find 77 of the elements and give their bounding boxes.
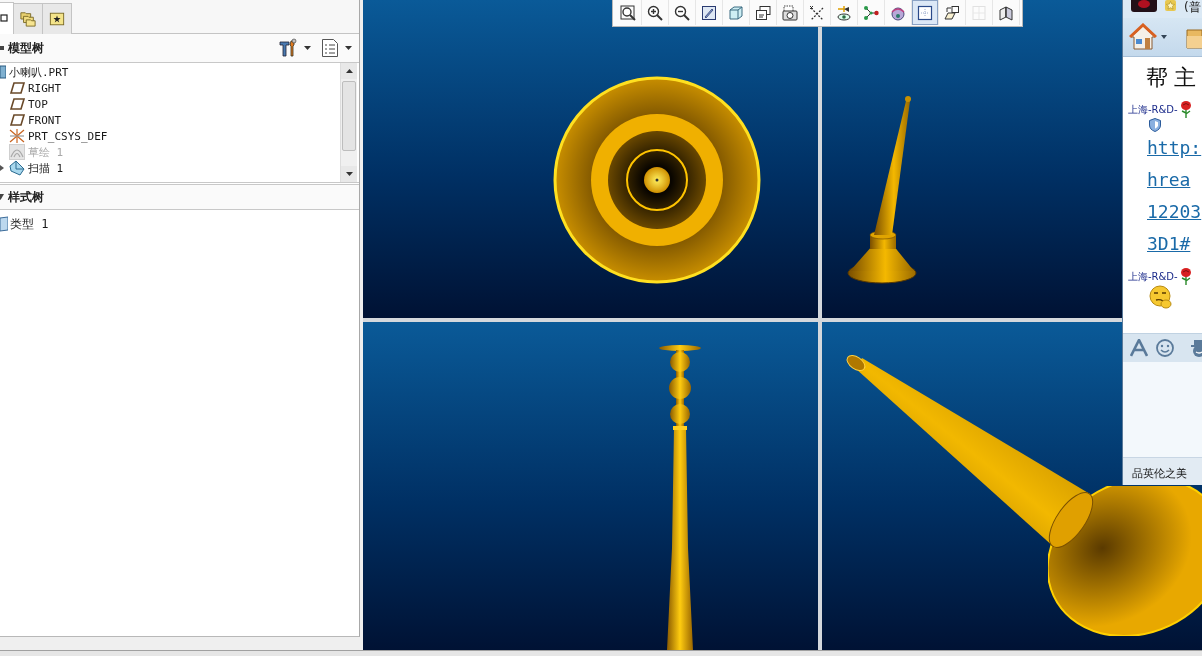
tools-icon (278, 38, 298, 58)
navigator-tab[interactable] (42, 3, 72, 34)
collapse-arrow-icon (0, 194, 4, 200)
footer-text: 品英伦之美 (1132, 465, 1187, 481)
link-text[interactable]: 3D1# (1147, 228, 1191, 260)
caret-icon (1161, 35, 1167, 39)
part-icon (0, 64, 6, 80)
vertical-scrollbar[interactable] (340, 63, 357, 182)
tree-item[interactable]: TOP (0, 96, 340, 112)
zoom-out-icon (674, 4, 690, 21)
house-icon (1129, 23, 1157, 51)
emoji-button[interactable] (1156, 339, 1174, 357)
up-arrow-icon (345, 69, 353, 73)
squares-arrow-icon (944, 4, 960, 21)
sphere-icon (890, 4, 906, 21)
plane-icon (9, 80, 25, 96)
eye-flag-icon (836, 4, 852, 21)
font-button[interactable] (1130, 339, 1148, 357)
caret-icon (304, 46, 311, 50)
crosshair-frame-icon (917, 4, 933, 21)
axes-icon (9, 128, 25, 144)
home-button[interactable] (1129, 23, 1167, 51)
star-folder-icon (48, 11, 66, 27)
banner-text: 帮主 (1146, 64, 1202, 92)
smirking-face-icon (1149, 285, 1173, 309)
viewport-panel[interactable] (363, 0, 818, 318)
plane-icon (9, 96, 25, 112)
scrollbar-thumb[interactable] (342, 81, 356, 151)
message-input-field[interactable] (1123, 362, 1202, 457)
sender-name: 上海-R&D- (1128, 102, 1178, 117)
panel-title: 模型树 (8, 39, 44, 57)
status-text: (普 (1184, 0, 1201, 14)
view-layout-button[interactable] (912, 0, 939, 25)
style-icon (0, 216, 8, 232)
shield-icon (1149, 118, 1161, 132)
scroll-down-button[interactable] (341, 166, 357, 182)
navigator-tab[interactable] (13, 3, 43, 34)
tree-item[interactable]: 类型 1 (0, 216, 359, 232)
plane-icon (9, 112, 25, 128)
folders-icon (19, 11, 37, 27)
tree-item[interactable]: 小喇叭.PRT (0, 64, 340, 80)
list-page-icon (321, 38, 339, 58)
smiley-icon (1156, 339, 1174, 357)
link-text[interactable]: 12203 (1147, 196, 1202, 228)
link-text[interactable]: http: (1147, 132, 1202, 164)
sweep-icon (9, 160, 25, 176)
camera-icon (782, 4, 798, 21)
tree-item[interactable]: FRONT (0, 112, 340, 128)
cube-icon (728, 4, 744, 21)
sketch-icon (9, 144, 25, 160)
nodes-icon (863, 4, 879, 21)
tree-item[interactable]: PRT_CSYS_DEF (0, 128, 340, 144)
star-icon (1165, 0, 1176, 11)
sticker-button[interactable] (1190, 339, 1202, 357)
viewport-panel[interactable] (363, 322, 818, 650)
navigator-tab[interactable] (0, 2, 14, 34)
rose-icon (1179, 101, 1192, 118)
magnifier-square-icon (620, 4, 636, 21)
grid-square-icon (971, 4, 987, 21)
app-icon (1131, 0, 1157, 12)
tree-item[interactable]: RIGHT (0, 80, 340, 96)
collapse-icon (0, 44, 4, 52)
dashed-axes-icon (809, 4, 825, 21)
scroll-up-button[interactable] (341, 63, 357, 79)
panel-title: 样式树 (8, 188, 44, 206)
sender-name: 上海-R&D- (1128, 269, 1178, 284)
caret-icon (345, 46, 352, 50)
rose-icon (1179, 268, 1192, 285)
pencil-square-icon (701, 4, 717, 21)
down-arrow-icon (345, 172, 353, 176)
tree-item[interactable]: 扫描 1 (0, 160, 340, 176)
zoom-in-icon (647, 4, 663, 21)
book-icon (998, 4, 1014, 21)
hat-face-icon (1190, 339, 1202, 357)
card-stack-icon (755, 4, 771, 21)
link-text[interactable]: hrea (1147, 164, 1191, 196)
font-icon (1130, 339, 1148, 357)
